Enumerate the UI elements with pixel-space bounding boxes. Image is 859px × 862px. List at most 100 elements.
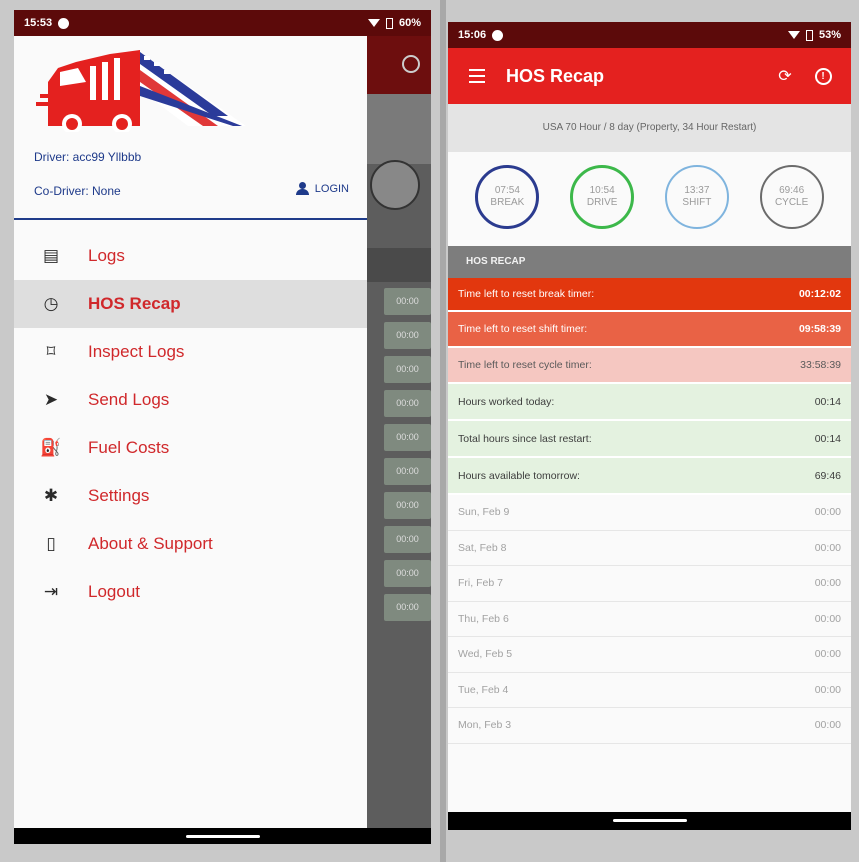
refresh-icon[interactable]: ⟳ (775, 66, 795, 86)
row-value: 00:12:02 (798, 288, 841, 300)
day-value: 00:00 (814, 683, 841, 696)
battery-percent: 60% (398, 17, 421, 29)
ruleset-banner: USA 70 Hour / 8 day (Property, 34 Hour R… (448, 104, 851, 152)
menu-icon[interactable] (448, 69, 506, 83)
menu-item-logs[interactable]: ▤ Logs (14, 232, 367, 280)
hours-worked-row: Hours worked today: 00:14 (448, 384, 851, 421)
day-value: 00:00 (814, 612, 841, 625)
break-gauge[interactable]: 07:54 BREAK (475, 165, 540, 229)
screenshot-divider (440, 0, 446, 862)
wifi-icon (787, 31, 800, 39)
timer-gauges: 07:54 BREAK 10:54 DRIVE 13:37 SHIFT 69:4… (448, 152, 851, 242)
day-value: 00:00 (814, 648, 841, 661)
background-row-value: 00:00 (384, 322, 431, 349)
notification-icon (492, 29, 504, 41)
day-label: Mon, Feb 3 (458, 719, 512, 732)
row-label: Time left to reset shift timer: (458, 323, 588, 335)
background-rule-banner (367, 94, 431, 164)
cycle-reset-row: Time left to reset cycle timer: 33:58:39 (448, 348, 851, 384)
menu-item-fuel-costs[interactable]: ⛽ Fuel Costs (14, 424, 367, 472)
menu-item-label: Settings (88, 486, 150, 505)
day-label: Wed, Feb 5 (458, 648, 513, 661)
status-bar: 15:06 53% (448, 22, 851, 48)
menu-item-logout[interactable]: ⇥ Logout (14, 568, 367, 616)
day-value: 00:00 (814, 577, 841, 590)
background-row-value: 00:00 (384, 288, 431, 315)
day-row[interactable]: Sun, Feb 9 00:00 (448, 495, 851, 531)
row-value: 00:14 (814, 432, 841, 445)
section-header: HOS RECAP (448, 246, 851, 278)
home-handle[interactable] (185, 835, 260, 838)
gauge-value: 69:46 (779, 185, 805, 196)
shift-reset-row: Time left to reset shift timer: 09:58:39 (448, 312, 851, 348)
menu-item-label: Inspect Logs (88, 342, 185, 361)
background-row-value: 00:00 (384, 390, 431, 417)
fuel-icon: ⛽ (40, 438, 62, 457)
menu-item-label: Logs (88, 246, 125, 265)
home-handle[interactable] (612, 819, 687, 822)
row-value: 69:46 (814, 469, 841, 482)
day-label: Tue, Feb 4 (458, 683, 509, 696)
co-driver-name: Co-Driver: None (34, 184, 121, 198)
hours-available-row: Hours available tomorrow: 69:46 (448, 458, 851, 495)
login-button[interactable]: LOGIN (295, 182, 349, 195)
background-row-value: 00:00 (384, 492, 431, 519)
page-title: HOS Recap (506, 65, 605, 86)
gauge-label: DRIVE (586, 197, 618, 208)
gauge-label: BREAK (490, 197, 525, 208)
background-row-value: 00:00 (384, 424, 431, 451)
driver-name: Driver: acc99 Yllbbb (34, 150, 142, 164)
menu-item-send-logs[interactable]: ➤ Send Logs (14, 376, 367, 424)
day-label: Sat, Feb 8 (458, 541, 507, 554)
notification-icon (58, 17, 70, 29)
menu-item-label: HOS Recap (88, 294, 181, 313)
row-label: Hours worked today: (458, 395, 555, 408)
system-nav-bar (448, 812, 851, 830)
inspect-icon: ⌑ (46, 342, 56, 361)
background-section-header (367, 248, 431, 282)
system-nav-bar (14, 828, 431, 844)
clock-icon: ◷ (43, 294, 59, 313)
background-rows: 00:00 00:00 00:00 00:00 00:00 00:00 00:00 00:00… (384, 288, 431, 628)
day-label: Sun, Feb 9 (458, 506, 510, 519)
day-value: 00:00 (814, 719, 841, 732)
day-row[interactable]: Mon, Feb 3 00:00 (448, 708, 851, 744)
person-icon (295, 182, 309, 195)
status-bar: 15:53 60% (14, 10, 431, 36)
day-row[interactable]: Thu, Feb 6 00:00 (448, 601, 851, 637)
background-row-value: 00:00 (384, 594, 431, 621)
day-row[interactable]: Sat, Feb 8 00:00 (448, 530, 851, 566)
logs-icon: ▤ (42, 246, 60, 265)
day-row[interactable]: Tue, Feb 4 00:00 (448, 672, 851, 708)
logout-icon: ⇥ (43, 582, 59, 601)
info-icon[interactable]: ! (813, 66, 833, 86)
row-label: Hours available tomorrow: (458, 469, 580, 482)
row-label: Time left to reset cycle timer: (458, 359, 592, 371)
drive-gauge[interactable]: 10:54 DRIVE (570, 165, 635, 229)
gauge-value: 07:54 (494, 185, 520, 196)
menu-item-hos-recap[interactable]: ◷ HOS Recap (14, 280, 367, 328)
day-value: 00:00 (814, 541, 841, 554)
login-label: LOGIN (314, 182, 349, 195)
menu-item-about-support[interactable]: ▯ About & Support (14, 520, 367, 568)
battery-icon (385, 17, 393, 29)
status-time: 15:06 (458, 29, 487, 41)
navigation-drawer: Driver: acc99 Yllbbb Co-Driver: None LOG… (14, 36, 367, 836)
menu-item-label: Logout (88, 582, 140, 601)
background-row-value: 00:00 (384, 560, 431, 587)
menu-item-inspect-logs[interactable]: ⌑ Inspect Logs (14, 328, 367, 376)
day-row[interactable]: Wed, Feb 5 00:00 (448, 637, 851, 673)
shift-gauge[interactable]: 13:37 SHIFT (664, 165, 729, 229)
day-label: Fri, Feb 7 (458, 577, 503, 590)
status-time: 15:53 (24, 17, 53, 29)
menu-item-settings[interactable]: ✱ Settings (14, 472, 367, 520)
gauge-label: SHIFT (682, 197, 712, 208)
menu-item-label: About & Support (88, 534, 213, 553)
battery-percent: 53% (818, 29, 841, 41)
cycle-gauge[interactable]: 69:46 CYCLE (759, 165, 824, 229)
row-value: 00:14 (814, 395, 841, 408)
app-bar: HOS Recap ⟳ ! (448, 48, 851, 104)
day-label: Thu, Feb 6 (458, 612, 509, 625)
day-value: 00:00 (814, 506, 841, 519)
day-row[interactable]: Fri, Feb 7 00:00 (448, 566, 851, 602)
